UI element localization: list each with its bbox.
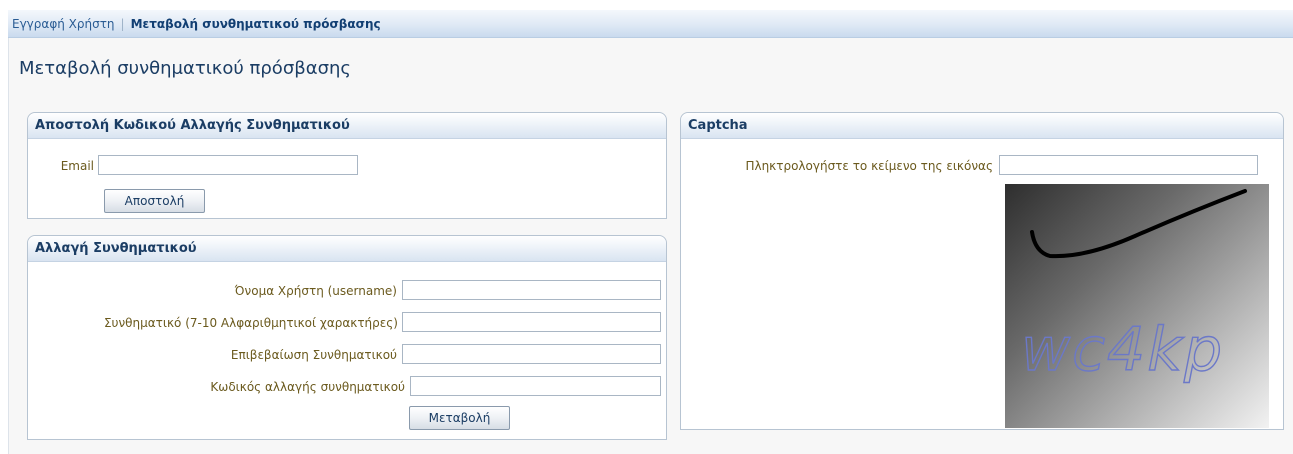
captcha-image: wc4kp bbox=[1005, 184, 1269, 428]
captcha-prompt-label: Πληκτρολογήστε το κείμενο της εικόνας bbox=[745, 159, 993, 173]
confirm-password-label: Επιβεβαίωση Συνθηματικού bbox=[230, 348, 397, 362]
change-password-panel-header: Αλλαγή Συνθηματικού bbox=[28, 236, 666, 262]
breadcrumb-separator: | bbox=[120, 16, 125, 31]
email-label: Email bbox=[60, 159, 94, 173]
submit-change-button[interactable]: Μεταβολή bbox=[409, 406, 510, 430]
page-title: Μεταβολή συνθηματικού πρόσβασης bbox=[19, 58, 351, 79]
breadcrumb: Εγγραφή Χρήστη | Μεταβολή συνθηματικού π… bbox=[8, 10, 1293, 38]
confirm-password-field[interactable] bbox=[402, 344, 661, 364]
breadcrumb-item-register[interactable]: Εγγραφή Χρήστη bbox=[12, 17, 115, 31]
captcha-graphic: wc4kp bbox=[1020, 189, 1247, 386]
password-label: Συνθηματικό (7-10 Αλφαριθμητικοί χαρακτή… bbox=[103, 316, 398, 330]
password-field[interactable] bbox=[402, 312, 661, 332]
change-password-panel: Αλλαγή Συνθηματικού bbox=[27, 235, 667, 440]
captcha-text: wc4kp bbox=[1021, 315, 1224, 385]
send-code-panel-header: Αποστολή Κωδικού Αλλαγής Συνθηματικού bbox=[28, 113, 666, 139]
change-code-field[interactable] bbox=[410, 376, 661, 396]
email-field[interactable] bbox=[98, 155, 358, 175]
captcha-panel-header: Captcha bbox=[681, 113, 1283, 139]
username-field[interactable] bbox=[402, 280, 661, 300]
change-code-label: Κωδικός αλλαγής συνθηματικού bbox=[210, 380, 405, 394]
captcha-input[interactable] bbox=[999, 155, 1258, 175]
username-label: Όνομα Χρήστη (username) bbox=[234, 284, 397, 298]
send-button[interactable]: Αποστολή bbox=[104, 189, 205, 213]
breadcrumb-item-current: Μεταβολή συνθηματικού πρόσβασης bbox=[130, 16, 381, 31]
